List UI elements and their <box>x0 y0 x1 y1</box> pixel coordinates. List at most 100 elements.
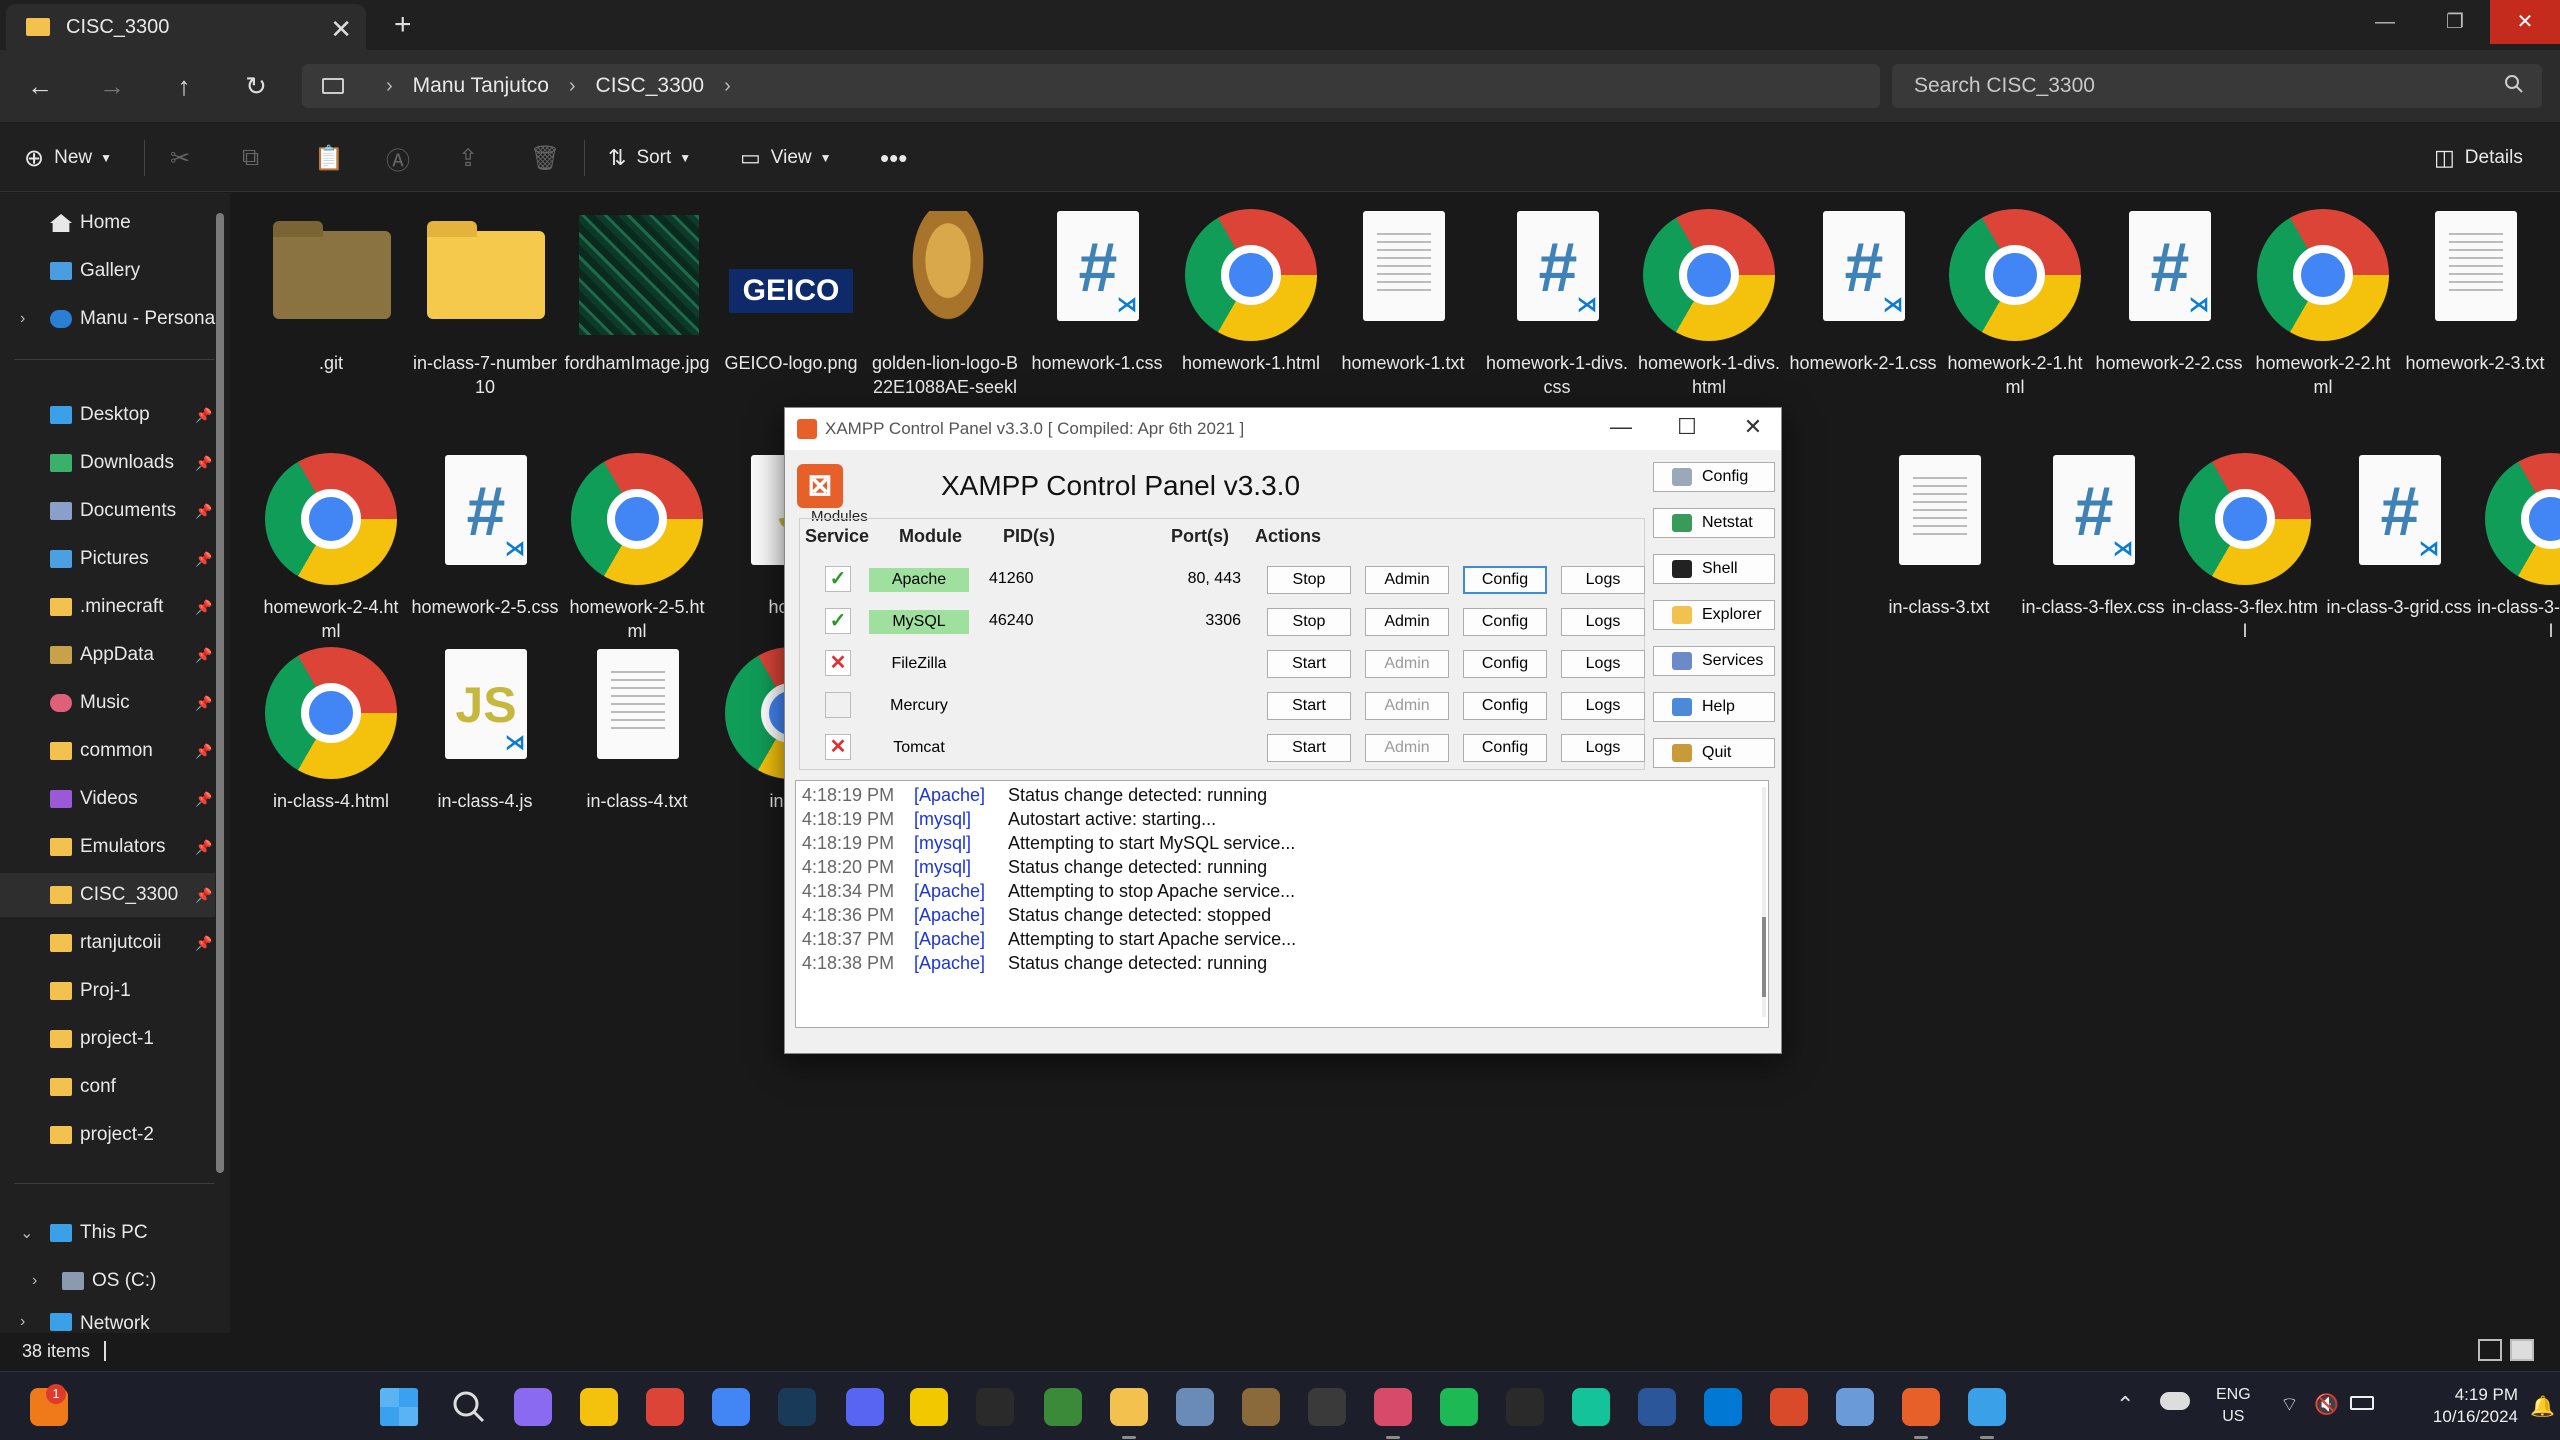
file-item[interactable]: homework-1-divs.html <box>1634 205 1784 399</box>
sidebar-item-this-pc[interactable]: ⌄ This PC <box>0 1211 215 1255</box>
pin-icon[interactable]: 📌 <box>195 935 215 952</box>
search-icon[interactable] <box>2504 74 2524 94</box>
chevron-right-icon[interactable]: › <box>20 310 25 328</box>
details-button[interactable]: ◫ Details <box>2434 140 2523 176</box>
start-stop-button[interactable]: Stop <box>1267 608 1351 636</box>
chevron-right-icon[interactable]: › <box>724 75 731 98</box>
sidebar-item-proj-1[interactable]: Proj-1 <box>0 969 215 1013</box>
clock[interactable]: 4:19 PM 10/16/2024 <box>2398 1384 2518 1428</box>
file-item[interactable]: fordhamImage.jpg <box>562 205 712 375</box>
file-item[interactable]: # ⋊ homework-2-1.css <box>1788 205 1938 375</box>
sidebar-item-music[interactable]: Music 📌 <box>0 681 215 725</box>
file-item[interactable]: in-class-4.txt <box>562 643 712 813</box>
close-tab-icon[interactable]: ✕ <box>330 14 352 45</box>
file-item[interactable]: homework-2-2.html <box>2248 205 2398 399</box>
sidebar-scrollbar[interactable] <box>216 213 224 1173</box>
gimp-icon[interactable] <box>1242 1388 1280 1426</box>
logs-button[interactable]: Logs <box>1561 734 1645 762</box>
service-checkbox[interactable]: ✕ <box>825 650 851 676</box>
battery-icon[interactable] <box>2350 1396 2374 1410</box>
file-item[interactable]: # ⋊ in-class-3-grid.css <box>2324 449 2474 619</box>
admin-button[interactable]: Admin <box>1365 566 1449 594</box>
xampp-icon[interactable] <box>1902 1388 1940 1439</box>
file-item[interactable]: # ⋊ homework-2-2.css <box>2094 205 2244 375</box>
paste-icon[interactable]: 📋 <box>314 140 344 176</box>
new-tab-icon[interactable]: + <box>394 8 412 42</box>
start-stop-button[interactable]: Stop <box>1267 566 1351 594</box>
pin-icon[interactable]: 📌 <box>195 599 215 616</box>
close-window-icon[interactable]: ✕ <box>2490 0 2560 44</box>
sidebar-item-project-2[interactable]: project-2 <box>0 1113 215 1157</box>
details-view-icon[interactable] <box>2478 1339 2502 1361</box>
norton-icon[interactable] <box>910 1388 948 1426</box>
logs-button[interactable]: Logs <box>1561 608 1645 636</box>
more-options-icon[interactable]: ••• <box>880 140 907 176</box>
file-item[interactable]: homework-2-4.html <box>256 449 406 643</box>
config-button[interactable]: Config <box>1463 650 1547 678</box>
sidebar-item-desktop[interactable]: Desktop 📌 <box>0 393 215 437</box>
admin-button[interactable]: Admin <box>1365 692 1449 720</box>
file-item[interactable]: in-class-3.txt <box>1864 449 2014 619</box>
service-checkbox[interactable] <box>825 692 851 718</box>
file-explorer-icon[interactable] <box>1110 1388 1148 1439</box>
language-indicator[interactable]: ENG US <box>2216 1384 2251 1428</box>
chevron-right-icon[interactable]: › <box>386 75 393 98</box>
sidebar-item-minecraft[interactable]: .minecraft 📌 <box>0 585 215 629</box>
cut-icon[interactable]: ✂ <box>170 140 190 176</box>
config-button[interactable]: Config <box>1463 692 1547 720</box>
onedrive-cloud-icon[interactable] <box>2160 1392 2190 1410</box>
delete-icon[interactable]: 🗑 <box>530 140 560 176</box>
help-button[interactable]: Help <box>1653 692 1775 722</box>
xampp-title-bar[interactable]: XAMPP Control Panel v3.3.0 [ Compiled: A… <box>785 408 1781 450</box>
file-item[interactable]: # ⋊ homework-1-divs.css <box>1482 205 1632 399</box>
breadcrumb-item[interactable]: CISC_3300 <box>596 74 705 98</box>
sidebar-item-common[interactable]: common 📌 <box>0 729 215 773</box>
up-icon[interactable]: ↑ <box>164 66 204 106</box>
services-button[interactable]: Services <box>1653 646 1775 676</box>
refresh-icon[interactable]: ↻ <box>236 66 276 106</box>
file-item[interactable]: golden-lion-logo-B22E1088AE-seeklogo.com… <box>870 205 1020 423</box>
file-item[interactable]: homework-2-3.txt <box>2400 205 2550 375</box>
grammarly-icon[interactable] <box>1572 1388 1610 1426</box>
chrome-canary-icon[interactable] <box>580 1388 618 1426</box>
copilot-icon[interactable] <box>514 1388 552 1426</box>
epic-games-icon[interactable] <box>976 1388 1014 1426</box>
sidebar-item-pictures[interactable]: Pictures 📌 <box>0 537 215 581</box>
search-input[interactable]: Search CISC_3300 <box>1892 64 2542 108</box>
wifi-icon[interactable]: ⌔ <box>2280 1392 2299 1417</box>
file-item[interactable]: homework-1.html <box>1176 205 1326 375</box>
logs-button[interactable]: Logs <box>1561 566 1645 594</box>
terminal-icon[interactable] <box>1308 1388 1346 1426</box>
pin-icon[interactable]: 📌 <box>195 743 215 760</box>
file-item[interactable]: homework-2-5.html <box>562 449 712 643</box>
tab-cisc-3300[interactable]: CISC_3300 ✕ <box>6 4 366 50</box>
file-item[interactable]: in-class-7-number10 <box>410 205 560 399</box>
maximize-icon[interactable]: ☐ <box>1667 414 1707 440</box>
file-item[interactable]: homework-1.txt <box>1328 205 1478 375</box>
share-icon[interactable]: ⇪ <box>458 140 478 176</box>
service-checkbox[interactable]: ✕ <box>825 734 851 760</box>
notifications-bell-icon[interactable]: 🔔 <box>2530 1394 2555 1419</box>
view-button[interactable]: ▭ View ▼ <box>740 140 832 176</box>
pin-icon[interactable]: 📌 <box>195 503 215 520</box>
chevron-down-icon[interactable]: ⌄ <box>20 1223 33 1243</box>
file-item[interactable]: # ⋊ homework-1.css <box>1022 205 1172 375</box>
snipping-tool-icon[interactable] <box>1374 1388 1412 1439</box>
file-item[interactable]: # ⋊ homework-2-5.css <box>410 449 560 619</box>
config-button[interactable]: Config <box>1463 608 1547 636</box>
sheets-icon[interactable] <box>1770 1388 1808 1426</box>
pin-icon[interactable]: 📌 <box>195 695 215 712</box>
large-icons-view-icon[interactable] <box>2510 1339 2534 1361</box>
pin-icon[interactable]: 📌 <box>195 407 215 424</box>
pin-icon[interactable]: 📌 <box>195 791 215 808</box>
start-stop-button[interactable]: Start <box>1267 734 1351 762</box>
word-icon[interactable] <box>1638 1388 1676 1426</box>
start-stop-button[interactable]: Start <box>1267 692 1351 720</box>
start-stop-button[interactable]: Start <box>1267 650 1351 678</box>
sidebar-item-home[interactable]: Home <box>0 201 215 245</box>
sort-button[interactable]: ⇅ Sort ▼ <box>608 140 691 176</box>
admin-button[interactable]: Admin <box>1365 650 1449 678</box>
volume-muted-icon[interactable]: 🔇 <box>2314 1392 2339 1417</box>
pin-icon[interactable]: 📌 <box>195 647 215 664</box>
sidebar-item-videos[interactable]: Videos 📌 <box>0 777 215 821</box>
